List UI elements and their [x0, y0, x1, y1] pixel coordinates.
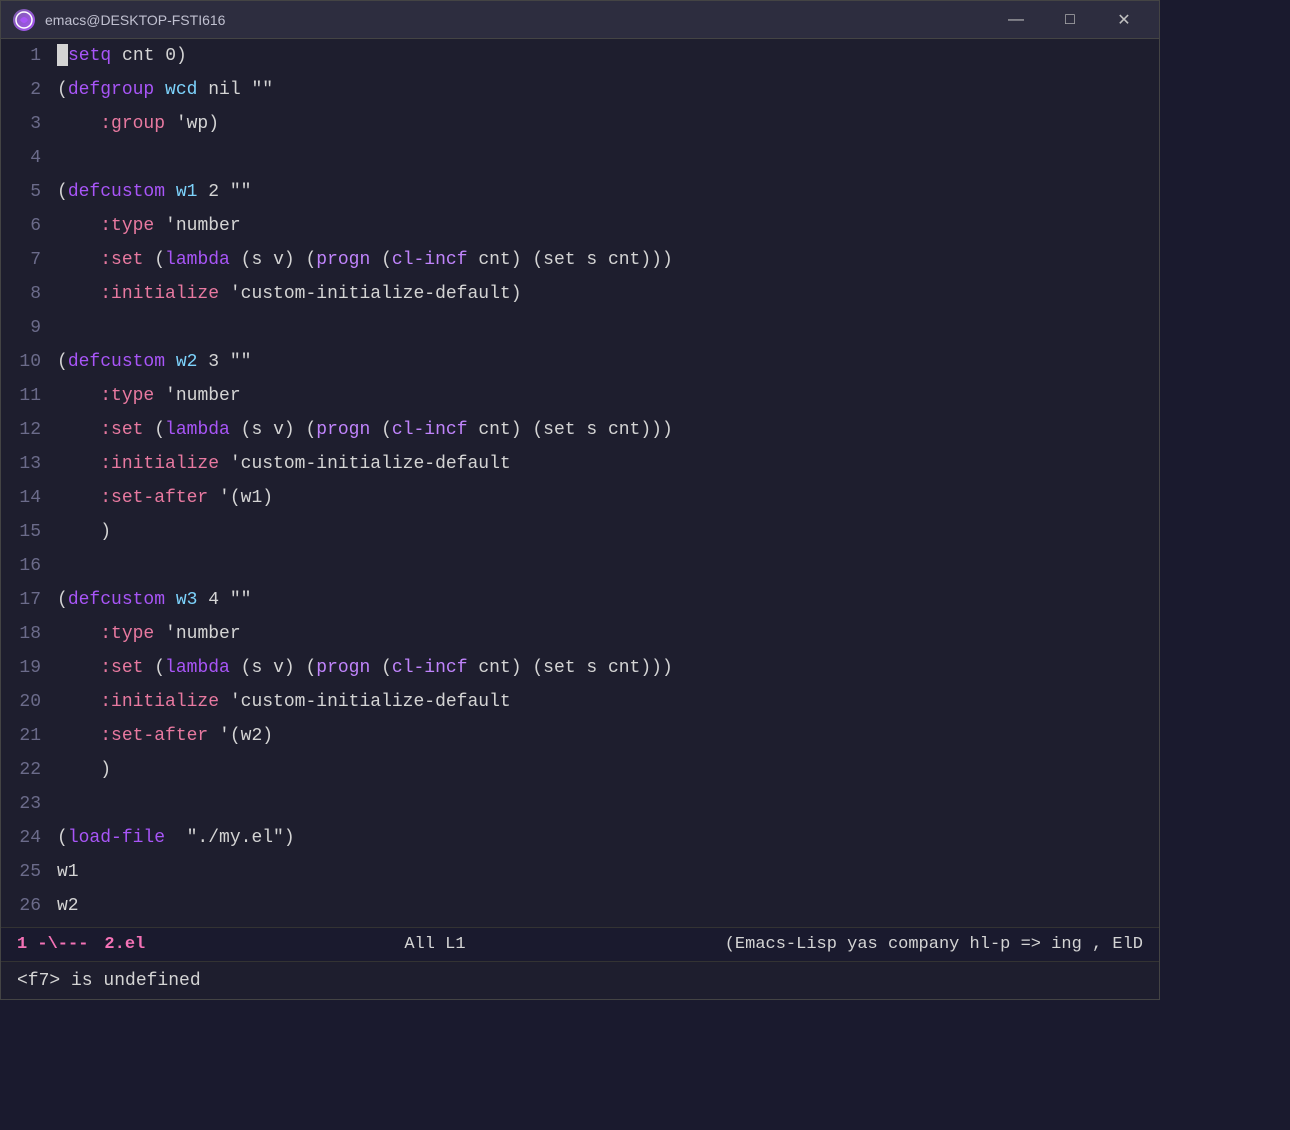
- code-line-2: (defgroup wcd nil "": [57, 73, 1159, 107]
- code-line-17: (defcustom w3 4 "": [57, 583, 1159, 617]
- line-number-6: 6: [1, 209, 41, 243]
- code-line-25: w1: [57, 855, 1159, 889]
- line-number-8: 8: [1, 277, 41, 311]
- line-number-14: 14: [1, 481, 41, 515]
- line-number-4: 4: [1, 141, 41, 175]
- code-line-5: (defcustom w1 2 "": [57, 175, 1159, 209]
- code-line-12: :set (lambda (s v) (progn (cl-incf cnt) …: [57, 413, 1159, 447]
- editor-area[interactable]: 1234567891011121314151617181920212223242…: [1, 39, 1159, 927]
- line-number-5: 5: [1, 175, 41, 209]
- line-numbers: 1234567891011121314151617181920212223242…: [1, 39, 49, 927]
- line-number-15: 15: [1, 515, 41, 549]
- status-bar: 1 -\--- 2.el All L1 (Emacs-Lisp yas comp…: [1, 927, 1159, 961]
- code-line-15: ): [57, 515, 1159, 549]
- line-number-10: 10: [1, 345, 41, 379]
- line-number-17: 17: [1, 583, 41, 617]
- code-line-19: :set (lambda (s v) (progn (cl-incf cnt) …: [57, 651, 1159, 685]
- line-number-3: 3: [1, 107, 41, 141]
- code-line-20: :initialize 'custom-initialize-default: [57, 685, 1159, 719]
- line-number-9: 9: [1, 311, 41, 345]
- status-position: All L1: [145, 935, 724, 954]
- line-number-27: 27: [1, 923, 41, 927]
- line-number-18: 18: [1, 617, 41, 651]
- emacs-icon: [13, 9, 35, 31]
- minimize-button[interactable]: —: [993, 5, 1039, 35]
- close-button[interactable]: ✕: [1101, 5, 1147, 35]
- code-line-10: (defcustom w2 3 "": [57, 345, 1159, 379]
- code-content[interactable]: setq cnt 0)(defgroup wcd nil "" :group '…: [49, 39, 1159, 927]
- code-line-24: (load-file "./my.el"): [57, 821, 1159, 855]
- code-line-18: :type 'number: [57, 617, 1159, 651]
- code-line-23: [57, 787, 1159, 821]
- code-line-7: :set (lambda (s v) (progn (cl-incf cnt) …: [57, 243, 1159, 277]
- code-line-26: w2: [57, 889, 1159, 923]
- line-number-20: 20: [1, 685, 41, 719]
- code-line-6: :type 'number: [57, 209, 1159, 243]
- line-number-11: 11: [1, 379, 41, 413]
- titlebar: emacs@DESKTOP-FSTI616 — □ ✕: [1, 1, 1159, 39]
- maximize-button[interactable]: □: [1047, 5, 1093, 35]
- code-line-27: w3: [57, 923, 1159, 927]
- line-number-23: 23: [1, 787, 41, 821]
- line-number-22: 22: [1, 753, 41, 787]
- line-number-12: 12: [1, 413, 41, 447]
- minibuffer: <f7> is undefined: [1, 961, 1159, 999]
- code-line-13: :initialize 'custom-initialize-default: [57, 447, 1159, 481]
- line-number-21: 21: [1, 719, 41, 753]
- window-controls: — □ ✕: [993, 5, 1147, 35]
- line-number-25: 25: [1, 855, 41, 889]
- code-line-8: :initialize 'custom-initialize-default): [57, 277, 1159, 311]
- status-modes: (Emacs-Lisp yas company hl-p => ing , El…: [725, 935, 1143, 954]
- emacs-window: emacs@DESKTOP-FSTI616 — □ ✕ 123456789101…: [0, 0, 1160, 1000]
- minibuffer-text: <f7> is undefined: [17, 971, 201, 991]
- status-filename: 2.el: [104, 935, 145, 954]
- line-number-2: 2: [1, 73, 41, 107]
- window-title: emacs@DESKTOP-FSTI616: [45, 12, 983, 28]
- line-number-7: 7: [1, 243, 41, 277]
- line-number-26: 26: [1, 889, 41, 923]
- code-line-14: :set-after '(w1): [57, 481, 1159, 515]
- line-number-1: 1: [1, 39, 41, 73]
- status-indicator: 1 -\---: [17, 935, 88, 954]
- line-number-24: 24: [1, 821, 41, 855]
- code-line-4: [57, 141, 1159, 175]
- line-number-16: 16: [1, 549, 41, 583]
- code-line-21: :set-after '(w2): [57, 719, 1159, 753]
- code-line-9: [57, 311, 1159, 345]
- line-number-13: 13: [1, 447, 41, 481]
- code-line-3: :group 'wp): [57, 107, 1159, 141]
- line-number-19: 19: [1, 651, 41, 685]
- code-line-22: ): [57, 753, 1159, 787]
- code-line-16: [57, 549, 1159, 583]
- code-line-1: setq cnt 0): [57, 39, 1159, 73]
- code-line-11: :type 'number: [57, 379, 1159, 413]
